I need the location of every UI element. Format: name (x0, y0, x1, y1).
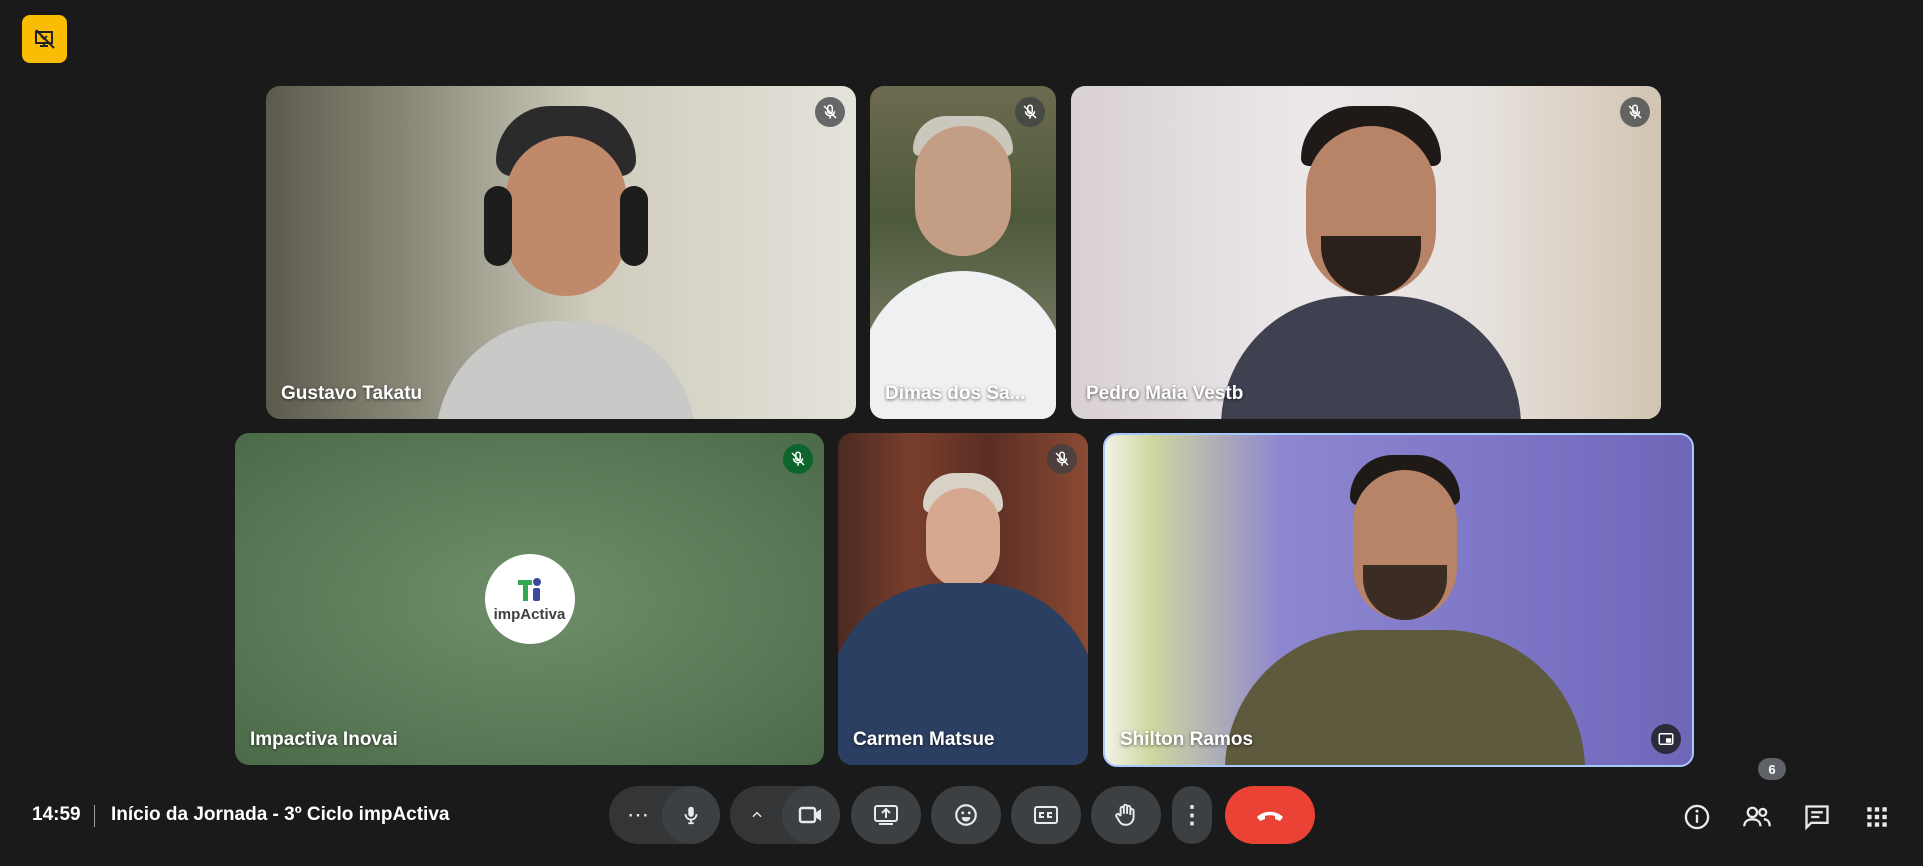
audio-options-button[interactable]: ⋯ (620, 800, 656, 830)
control-bar: 14:59 Início da Jornada - 3º Ciclo impAc… (0, 758, 1923, 866)
activities-button[interactable] (1860, 800, 1894, 834)
more-vertical-icon: ⋮ (1180, 801, 1204, 829)
mic-off-icon (791, 451, 805, 466)
camera-button[interactable] (782, 786, 840, 844)
end-call-icon (1257, 811, 1283, 821)
captions-button[interactable] (1011, 786, 1081, 844)
present-screen-icon (874, 805, 898, 825)
presentation-off-icon (34, 29, 55, 49)
participant-tile-active-speaker[interactable]: Shilton Ramos (1103, 433, 1694, 767)
participant-name: Shilton Ramos (1120, 729, 1254, 750)
mic-muted-indicator (783, 444, 813, 474)
participant-name: Dimas dos Sa... (885, 383, 1026, 404)
chat-button[interactable] (1800, 800, 1834, 834)
participant-video (1225, 455, 1585, 765)
mic-off-icon (1628, 104, 1642, 119)
closed-captions-icon (1034, 806, 1058, 824)
meeting-window: Gustavo Takatu Dimas dos Sa... Pedro Mai… (0, 0, 1923, 866)
impactiva-logo-icon (517, 577, 541, 601)
divider (94, 805, 95, 827)
leave-call-button[interactable] (1225, 786, 1315, 844)
meeting-title: Início da Jornada - 3º Ciclo impActiva (111, 804, 450, 825)
participant-tile[interactable]: Pedro Maia Vestb (1071, 86, 1661, 419)
chat-icon (1805, 805, 1829, 831)
mic-muted-indicator (1015, 97, 1045, 127)
chevron-up-icon (752, 811, 762, 818)
emoji-icon (955, 804, 977, 826)
meeting-clock: 14:59 (32, 804, 81, 825)
participant-video (1221, 106, 1521, 419)
video-camera-icon (798, 806, 821, 824)
avatar-text: impActiva (493, 605, 566, 623)
pip-toggle-button[interactable] (1651, 724, 1681, 754)
participant-name: Pedro Maia Vestb (1086, 383, 1244, 404)
more-options-button[interactable]: ⋮ (1172, 786, 1212, 844)
video-options-button[interactable] (742, 802, 772, 828)
presentation-off-indicator[interactable] (22, 15, 67, 63)
people-button[interactable] (1740, 800, 1774, 834)
mic-muted-indicator (815, 97, 845, 127)
present-screen-button[interactable] (851, 786, 921, 844)
microphone-button[interactable] (662, 786, 720, 844)
more-horizontal-icon: ⋯ (627, 802, 649, 827)
microphone-icon (684, 806, 698, 825)
participant-tile[interactable]: Dimas dos Sa... (870, 86, 1056, 419)
participant-video (436, 106, 696, 419)
raise-hand-icon (1115, 803, 1135, 826)
participant-video (838, 463, 1088, 765)
mic-muted-indicator (1047, 444, 1077, 474)
mic-off-icon (1023, 104, 1037, 119)
participant-name: Carmen Matsue (853, 729, 995, 750)
participants-count-badge: 6 (1758, 758, 1786, 780)
participant-tile[interactable]: Carmen Matsue (838, 433, 1088, 765)
mic-off-icon (823, 104, 837, 119)
reactions-button[interactable] (931, 786, 1001, 844)
participant-tile[interactable]: impActiva Impactiva Inovai (235, 433, 824, 765)
picture-in-picture-icon (1658, 733, 1674, 745)
info-icon (1684, 804, 1710, 830)
participant-name: Gustavo Takatu (281, 383, 423, 404)
mic-off-icon (1055, 451, 1069, 466)
mic-muted-indicator (1620, 97, 1650, 127)
participant-avatar: impActiva (484, 554, 575, 644)
people-icon (1743, 806, 1771, 827)
participant-video (870, 106, 1056, 419)
participant-name: Impactiva Inovai (250, 729, 398, 750)
participant-tile[interactable]: Gustavo Takatu (266, 86, 856, 419)
meeting-details-button[interactable] (1680, 800, 1714, 834)
raise-hand-button[interactable] (1091, 786, 1161, 844)
apps-grid-icon (1867, 807, 1887, 827)
